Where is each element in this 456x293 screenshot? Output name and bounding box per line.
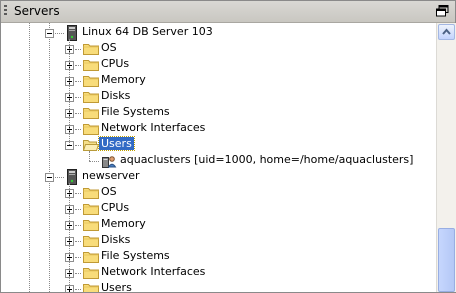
tree-node-cpus[interactable]: CPUs (99, 201, 131, 214)
folder-icon (82, 139, 100, 151)
panel-title: Servers (14, 4, 60, 18)
folder-icon (83, 91, 99, 103)
chevron-up-icon (442, 28, 451, 35)
tree-connector (75, 257, 81, 258)
server-tree[interactable]: Linux 64 DB Server 103 OS CPUs Memory Disks F… (1, 23, 436, 292)
tree-node-file-systems[interactable]: File Systems (99, 249, 172, 262)
folder-icon (83, 219, 99, 231)
scroll-thumb[interactable] (438, 228, 455, 292)
user-icon (101, 153, 117, 169)
tree-connector (75, 145, 81, 146)
tree-node-user[interactable]: aquaclusters [uid=1000, home=/home/aquac… (118, 153, 415, 166)
vertical-scrollbar[interactable] (436, 23, 456, 292)
panel-titlebar: Servers (1, 1, 455, 23)
tree-node-cpus[interactable]: CPUs (99, 57, 131, 70)
folder-icon (83, 123, 99, 135)
tree-connector (75, 81, 81, 82)
tree-node-users[interactable]: Users (99, 281, 134, 292)
tree-connector (75, 209, 81, 210)
server-expander[interactable] (45, 29, 54, 38)
tree-connector (89, 151, 90, 161)
tree-connector (75, 289, 81, 290)
tree-node-users[interactable]: Users (98, 136, 135, 151)
tree-connector (75, 97, 81, 98)
folder-icon (83, 43, 99, 55)
tree-node-os[interactable]: OS (99, 41, 119, 54)
tree-connector (49, 23, 50, 292)
server-icon (65, 169, 79, 185)
server-icon (65, 25, 79, 41)
restore-icon[interactable] (436, 5, 449, 17)
server-newserver[interactable]: newserver (80, 169, 142, 182)
tree-node-memory[interactable]: Memory (99, 73, 148, 86)
folder-icon (83, 203, 99, 215)
tree-connector (55, 33, 64, 34)
tree-connector (55, 177, 64, 178)
drag-grip-icon[interactable] (4, 5, 7, 17)
tree-node-memory[interactable]: Memory (99, 217, 148, 230)
folder-icon (83, 235, 99, 247)
tree-node-network-interfaces[interactable]: Network Interfaces (99, 121, 207, 134)
scroll-up-button[interactable] (438, 24, 455, 40)
folder-icon (83, 107, 99, 119)
tree-connector (75, 273, 81, 274)
tree-connector (69, 183, 70, 289)
folder-icon (83, 59, 99, 71)
tree-node-disks[interactable]: Disks (99, 233, 132, 246)
tree-connector (89, 161, 99, 162)
tree-node-network-interfaces[interactable]: Network Interfaces (99, 265, 207, 278)
folder-icon (83, 283, 99, 292)
tree-node-file-systems[interactable]: File Systems (99, 105, 172, 118)
folder-icon (83, 75, 99, 87)
tree-connector (75, 113, 81, 114)
server-expander[interactable] (45, 173, 54, 182)
tree-connector (75, 225, 81, 226)
server-linux-64-db-103[interactable]: Linux 64 DB Server 103 (80, 25, 215, 38)
tree-connector (69, 39, 70, 145)
tree-connector (75, 129, 81, 130)
tree-connector (75, 193, 81, 194)
folder-icon (83, 187, 99, 199)
tree-node-os[interactable]: OS (99, 185, 119, 198)
tree-connector (29, 23, 30, 292)
folder-icon (83, 251, 99, 263)
tree-node-disks[interactable]: Disks (99, 89, 132, 102)
tree-connector (75, 49, 81, 50)
tree-connector (75, 241, 81, 242)
servers-panel: Servers Linux 64 DB Server 103 OS CPUs Memo… (0, 0, 456, 293)
tree-connector (75, 65, 81, 66)
folder-icon (83, 267, 99, 279)
